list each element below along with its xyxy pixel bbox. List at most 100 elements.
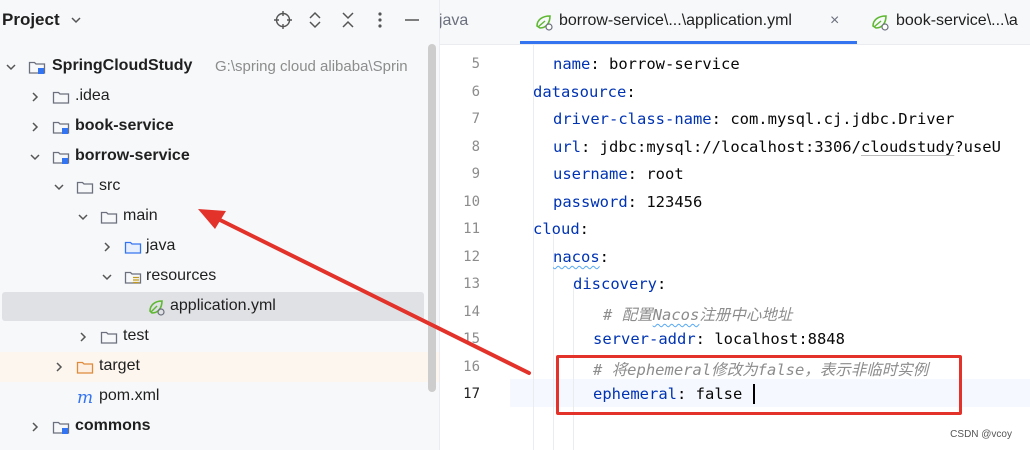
line-number: 5: [471, 56, 480, 72]
active-tab-indicator: [520, 41, 857, 44]
yaml-separator: :: [626, 83, 636, 101]
tree-item-label: target: [99, 357, 140, 374]
tree-item-commons[interactable]: commons: [0, 412, 440, 442]
yaml-separator: :: [599, 248, 610, 266]
chevron-down-icon[interactable]: [70, 14, 82, 26]
module-folder-icon: [52, 151, 70, 164]
tree-item-src[interactable]: src: [0, 172, 440, 202]
yaml-value: root: [646, 165, 684, 183]
spring-yaml-icon: [149, 300, 165, 316]
line-number: 14: [463, 304, 480, 320]
tree-item-pom-xml[interactable]: m pom.xml: [0, 382, 440, 412]
code-line-13: discovery:: [573, 275, 666, 293]
tree-item-label: resources: [146, 267, 217, 284]
project-header: Project: [0, 0, 440, 40]
yaml-value-database: cloudstudy: [860, 138, 955, 156]
tree-item-label: main: [123, 207, 158, 224]
chevron-right-icon[interactable]: [53, 361, 65, 373]
code-line-12: nacos:: [553, 248, 609, 266]
chevron-down-icon[interactable]: [5, 61, 17, 73]
yaml-key: driver-class-name: [553, 110, 712, 128]
line-number-gutter: 5 6 7 8 9 10 11 12 13 14 15 16 17: [440, 45, 510, 450]
tree-item-java[interactable]: java: [0, 232, 440, 262]
chevron-right-icon[interactable]: [29, 121, 41, 133]
code-line-8: url: jdbc:mysql://localhost:3306/cloudst…: [553, 138, 1001, 156]
tab-application-yml[interactable]: borrow-service\...\application.yml ×: [520, 0, 857, 44]
expand-all-icon[interactable]: [305, 10, 325, 30]
yaml-value: localhost:8848: [714, 330, 845, 348]
yaml-separator: :: [590, 55, 609, 73]
comment-text: 配置: [621, 306, 653, 324]
chevron-right-icon[interactable]: [29, 421, 41, 433]
tree-item-target[interactable]: target: [0, 352, 440, 382]
yaml-separator: :: [581, 138, 600, 156]
excluded-folder-icon: [76, 361, 94, 374]
editor-tabs: t.java borrow-service\...\application.ym…: [440, 0, 1030, 45]
tree-item-test[interactable]: test: [0, 322, 440, 352]
yaml-key: datasource: [533, 83, 627, 101]
code-line-6: datasource:: [533, 83, 636, 101]
code-line-14: # 配置Nacos注册中心地址: [603, 303, 792, 325]
indent-guide: [533, 45, 534, 450]
tree-item-borrow-service[interactable]: borrow-service: [0, 142, 440, 172]
code-line-9: username: root: [553, 165, 684, 183]
project-scrollbar[interactable]: [428, 44, 436, 392]
tree-item-label: commons: [75, 417, 151, 434]
folder-icon: [52, 91, 70, 104]
yaml-value: ?useU: [954, 138, 1001, 156]
line-number: 16: [463, 359, 480, 375]
tree-item-idea[interactable]: .idea: [0, 82, 440, 112]
resources-folder-icon: [124, 271, 142, 284]
yaml-separator: :: [579, 220, 590, 238]
tree-item-springcloudstudy[interactable]: SpringCloudStudy G:\spring cloud alibaba…: [0, 52, 440, 82]
code-editor[interactable]: 5 6 7 8 9 10 11 12 13 14 15 16 17 name: …: [440, 45, 1030, 450]
collapse-all-icon[interactable]: [338, 10, 358, 30]
maven-icon: m: [77, 388, 93, 406]
tree-item-application-yml[interactable]: application.yml: [0, 292, 440, 322]
chevron-down-icon[interactable]: [53, 181, 65, 193]
code-line-7: driver-class-name: com.mysql.cj.jdbc.Dri…: [553, 110, 954, 128]
more-options-icon[interactable]: [370, 10, 390, 30]
line-number: 15: [463, 331, 480, 347]
chevron-down-icon[interactable]: [29, 151, 41, 163]
yaml-separator: :: [627, 193, 647, 211]
yaml-key: discovery: [573, 275, 657, 293]
locate-icon[interactable]: [273, 10, 293, 30]
chevron-right-icon[interactable]: [77, 331, 89, 343]
annotation-highlight-box: [556, 355, 962, 415]
minimize-icon[interactable]: [402, 10, 422, 30]
line-number: 13: [463, 276, 480, 292]
yaml-key: url: [553, 138, 581, 156]
chevron-right-icon[interactable]: [29, 91, 41, 103]
yaml-key: name: [553, 55, 591, 73]
tree-item-label: java: [146, 237, 176, 254]
line-number: 6: [471, 84, 480, 100]
yaml-separator: :: [657, 275, 667, 293]
project-title[interactable]: Project: [2, 10, 60, 30]
module-folder-icon: [52, 121, 70, 134]
close-icon[interactable]: ×: [830, 12, 839, 30]
line-number: 9: [471, 166, 480, 182]
code-line-15: server-addr: localhost:8848: [593, 330, 845, 348]
yaml-value: 123456: [646, 193, 703, 211]
yaml-key: cloud: [533, 220, 580, 238]
chevron-down-icon[interactable]: [101, 271, 113, 283]
tree-item-label: pom.xml: [99, 387, 160, 404]
code-line-11: cloud:: [533, 220, 589, 238]
line-number: 7: [471, 111, 480, 127]
line-number: 12: [463, 249, 480, 265]
tree-item-resources[interactable]: resources: [0, 262, 440, 292]
tab-label: t.java: [440, 12, 469, 29]
tree-item-main[interactable]: main: [0, 202, 440, 232]
line-number: 10: [463, 194, 480, 210]
tree-item-label: application.yml: [170, 297, 276, 314]
chevron-down-icon[interactable]: [77, 211, 89, 223]
chevron-right-icon[interactable]: [101, 241, 113, 253]
project-path: G:\spring cloud alibaba\Sprin: [215, 58, 408, 75]
tab-t-java[interactable]: t.java: [440, 0, 500, 44]
tree-item-label: test: [123, 327, 149, 344]
tree-item-book-service[interactable]: book-service: [0, 112, 440, 142]
tab-book-service-application-yml[interactable]: book-service\...\a: [870, 0, 1030, 44]
tab-label: borrow-service\...\application.yml: [559, 12, 792, 29]
yaml-key: nacos: [553, 248, 600, 266]
